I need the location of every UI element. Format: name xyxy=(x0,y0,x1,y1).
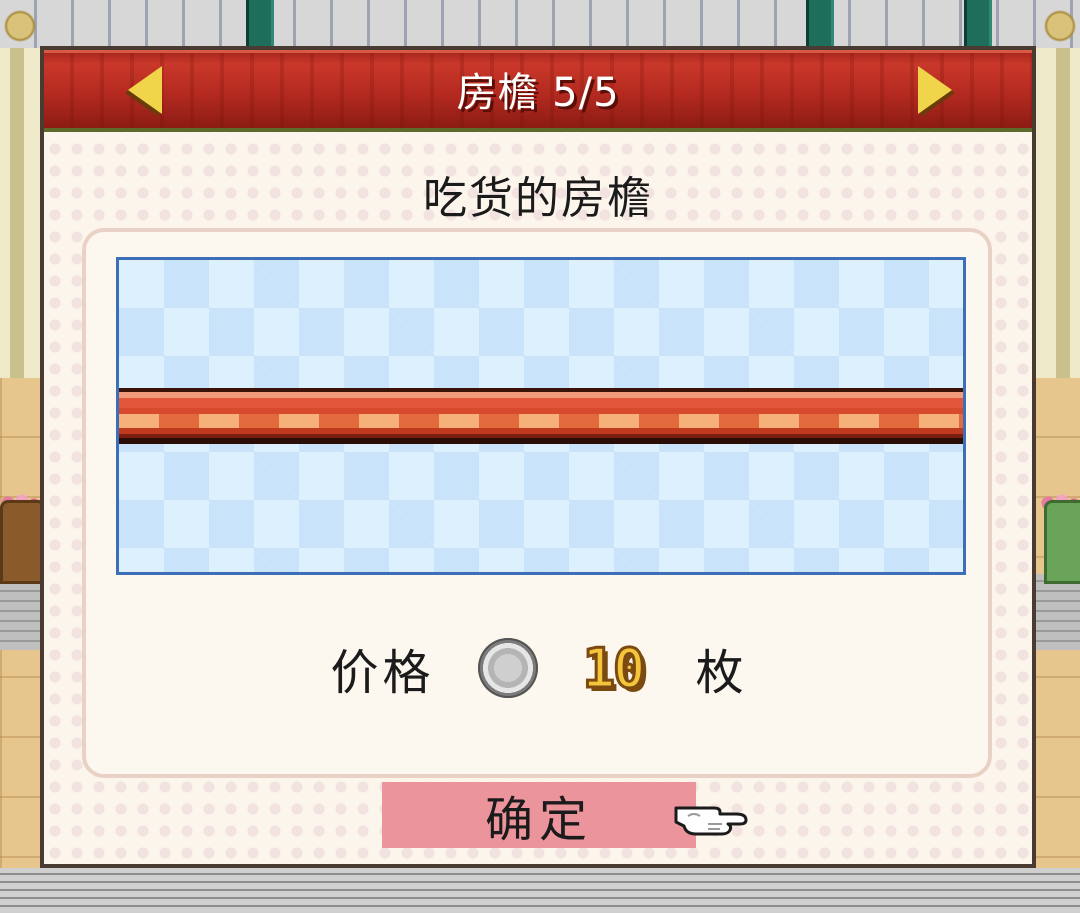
confirm-button-label: 确定 xyxy=(484,792,593,848)
background-pillar xyxy=(806,0,834,48)
background-window-row xyxy=(0,0,1080,48)
background-pillar xyxy=(964,0,992,48)
price-row: 价格 10 枚 xyxy=(86,628,988,708)
background-bottom-rail xyxy=(0,868,1080,913)
price-value: 10 xyxy=(581,635,647,701)
item-preview xyxy=(116,257,966,575)
arrow-right-icon[interactable] xyxy=(918,66,952,114)
plant-icon xyxy=(1044,500,1080,584)
item-select-dialog: 房檐 5/5 吃货的房檐 价格 10 枚 确定 xyxy=(40,46,1036,868)
item-card: 价格 10 枚 xyxy=(82,228,992,778)
background-pillar xyxy=(246,0,274,48)
dialog-body: 房檐 5/5 吃货的房檐 价格 10 枚 确定 xyxy=(44,50,1032,864)
price-label: 价格 xyxy=(330,645,435,701)
price-unit: 枚 xyxy=(695,645,744,701)
dialog-title-bar: 房檐 5/5 xyxy=(44,50,1032,132)
eave-pattern xyxy=(119,414,963,428)
arrow-left-icon[interactable] xyxy=(128,66,162,114)
item-name: 吃货的房檐 xyxy=(423,173,653,224)
confirm-button[interactable]: 确定 xyxy=(382,782,696,848)
dialog-title: 房檐 5/5 xyxy=(456,70,620,116)
pointing-hand-icon xyxy=(674,806,748,836)
silver-coin-icon xyxy=(478,638,539,698)
